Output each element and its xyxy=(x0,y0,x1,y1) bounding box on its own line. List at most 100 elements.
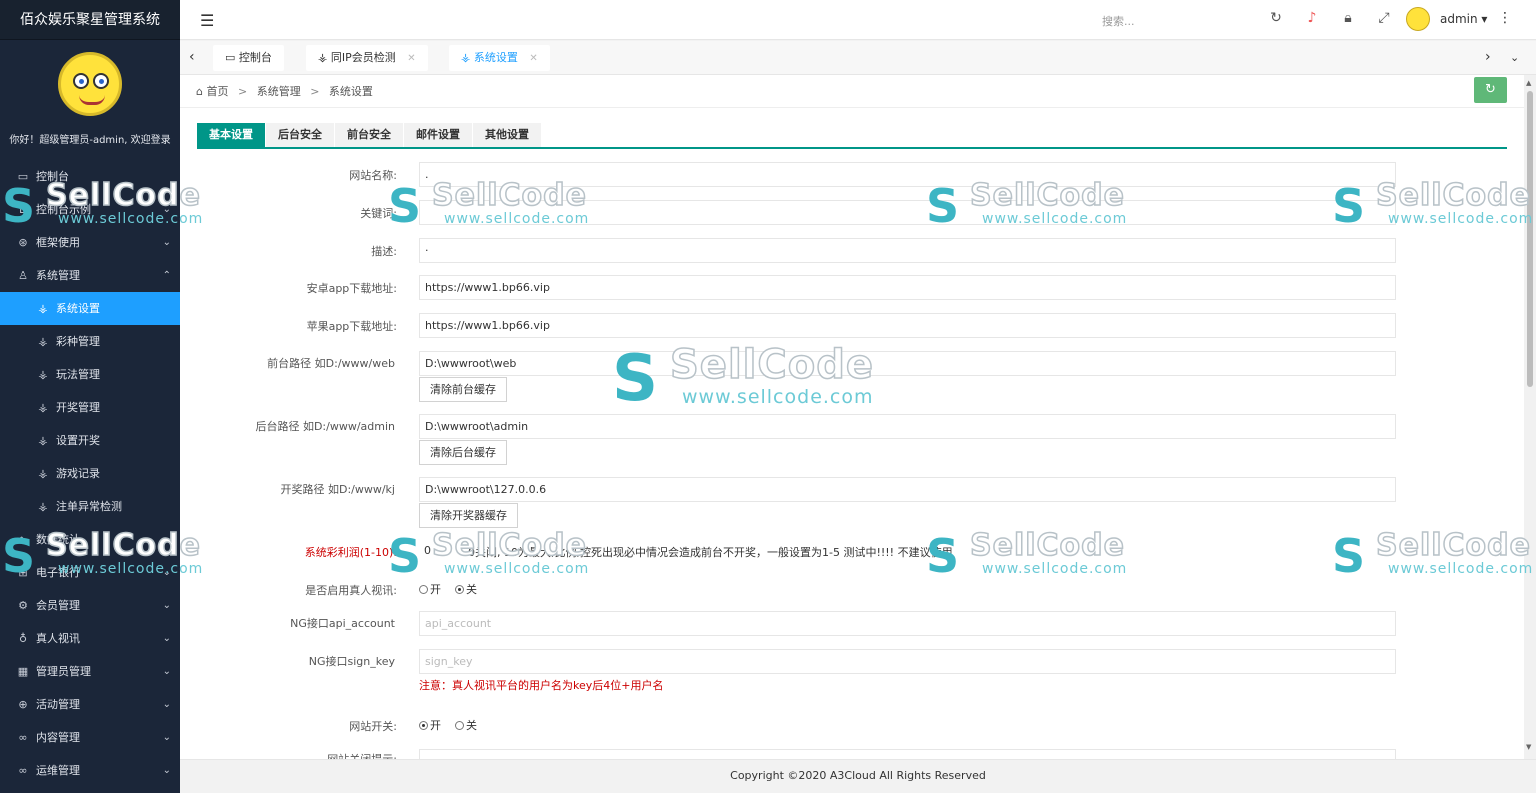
live-video-label: 是否启用真人视讯: xyxy=(305,584,397,597)
sidebar-item-label: 彩种管理 xyxy=(56,335,100,348)
profit-label: 系统彩利润(1-10): xyxy=(304,546,397,559)
lock-icon[interactable]: 🔒︎ xyxy=(1330,10,1366,26)
breadcrumb-system[interactable]: 系统管理 xyxy=(257,85,301,98)
monitor-icon: ▭ xyxy=(17,170,29,183)
antenna-icon: ⚶ xyxy=(461,51,471,64)
breadcrumb-home[interactable]: 首页 xyxy=(206,85,228,98)
close-tip-label: 网站关闭提示: xyxy=(327,751,397,759)
close-icon[interactable]: ✕ xyxy=(529,53,537,64)
site-switch-off-radio[interactable]: 关 xyxy=(455,717,477,733)
site-switch-label: 网站开关: xyxy=(349,720,397,733)
sidebar-item[interactable]: ⚶ 注单异常检测 xyxy=(0,490,180,523)
sidebar-item-label: 管理员管理 xyxy=(36,665,91,678)
tab-admin-security[interactable]: 后台安全 xyxy=(266,123,335,147)
android-url-field[interactable]: https://www1.bp66.vip xyxy=(419,275,1396,300)
scrollbar[interactable]: ▲ ▼ xyxy=(1524,75,1536,759)
sidebar-item[interactable]: ⚶ 玩法管理 xyxy=(0,358,180,391)
site-switch-on-radio[interactable]: 开 xyxy=(419,717,441,733)
main-content: ⌂ 首页 > 系统管理 > 系统设置 ↻ 基本设置 后台安全 前台安全 邮件设置… xyxy=(180,75,1524,759)
chevron-icon: ⌄ xyxy=(162,633,171,644)
user-icon: ♙ xyxy=(18,269,28,282)
sidebar-item-label: 运维管理 xyxy=(36,764,80,777)
sidebar-item-label: 电子银行 xyxy=(36,566,80,579)
sidebar-item[interactable]: ∞ 内容管理 ⌄ xyxy=(0,721,180,754)
user-menu[interactable]: admin ▾ xyxy=(1406,7,1487,31)
breadcrumb-current: 系统设置 xyxy=(328,85,373,98)
sidebar-item[interactable]: ⊕ 活动管理 ⌄ xyxy=(0,688,180,721)
tab-same-ip[interactable]: ⚶ 同IP会员检测 ✕ xyxy=(306,45,428,71)
sidebar-item[interactable]: ⊛ 框架使用 ⌄ xyxy=(0,226,180,259)
live-video-on-radio[interactable]: 开 xyxy=(419,581,441,597)
tabs-next-icon[interactable]: › xyxy=(1485,49,1491,65)
tab-basic[interactable]: 基本设置 xyxy=(197,123,266,147)
bank-icon: ⊞ xyxy=(18,566,28,579)
home-icon: ⌂ xyxy=(196,85,203,98)
radio-label: 开 xyxy=(430,583,441,596)
close-tip-field[interactable] xyxy=(419,749,1396,759)
sidebar-item[interactable]: ⚶ 系统设置 xyxy=(0,292,180,325)
sidebar-item-label: 真人视讯 xyxy=(36,632,80,645)
tab-dashboard[interactable]: ▭ 控制台 xyxy=(213,45,284,71)
refresh-button[interactable]: ↻ xyxy=(1474,77,1507,103)
sidebar-item[interactable]: ∿ 数据统计 ⌄ xyxy=(0,523,180,556)
ng-account-field[interactable]: api_account xyxy=(419,611,1396,636)
close-icon[interactable]: ✕ xyxy=(407,53,415,64)
sidebar-item-label: 系统设置 xyxy=(56,302,100,315)
lottery-path-field[interactable]: D:\wwwroot\127.0.0.6 xyxy=(419,477,1396,502)
fullscreen-icon[interactable]: ⤢ xyxy=(1366,10,1402,26)
android-url-label: 安卓app下载地址: xyxy=(306,282,397,295)
ios-url-field[interactable]: https://www1.bp66.vip xyxy=(419,313,1396,338)
tab-front-security[interactable]: 前台安全 xyxy=(335,123,404,147)
clear-lottery-cache-button[interactable]: 清除开奖器缓存 xyxy=(419,503,518,528)
sidebar-item[interactable]: ⚶ 彩种管理 xyxy=(0,325,180,358)
tab-mail[interactable]: 邮件设置 xyxy=(404,123,473,147)
sidebar-item[interactable]: ⚙ 会员管理 ⌄ xyxy=(0,589,180,622)
chevron-down-icon[interactable]: ⌄ xyxy=(1510,51,1519,64)
sidebar-item[interactable]: ♁ 真人视讯 ⌄ xyxy=(0,622,180,655)
radio-label: 关 xyxy=(466,583,477,596)
ng-key-field[interactable]: sign_key xyxy=(419,649,1396,674)
admin-path-field[interactable]: D:\wwwroot\admin xyxy=(419,414,1396,439)
menu-toggle-icon[interactable]: ☰ xyxy=(200,11,214,30)
tab-system-settings[interactable]: ⚶ 系统设置 ✕ xyxy=(449,45,550,71)
site-name-field[interactable]: . xyxy=(419,162,1396,187)
sidebar-item[interactable]: ⚶ 设置开奖 xyxy=(0,424,180,457)
sidebar-menu: ▭ 控制台 ⌂ 控制台示例 ⌄ ⊛ 框架使用 ⌄ ♙ 系统管理 ⌃ ⚶ 系统设置 ⚶ 彩种管理 ⚶ 玩法管理 ⚶ 开… xyxy=(0,160,180,787)
bell-icon[interactable]: ♪ xyxy=(1294,10,1330,26)
scroll-thumb[interactable] xyxy=(1527,91,1533,387)
antenna-icon: ⚶ xyxy=(38,401,48,414)
live-video-off-radio[interactable]: 关 xyxy=(455,581,477,597)
search-input[interactable]: 搜索... xyxy=(1102,13,1135,29)
scroll-down-icon[interactable]: ▼ xyxy=(1526,743,1531,751)
tabs-prev-icon[interactable]: ‹ xyxy=(189,49,195,65)
sidebar-item[interactable]: ⌂ 控制台示例 ⌄ xyxy=(0,193,180,226)
description-field[interactable]: · xyxy=(419,238,1396,263)
tab-other[interactable]: 其他设置 xyxy=(473,123,542,147)
front-path-field[interactable]: D:\wwwroot\web xyxy=(419,351,1396,376)
antenna-icon: ⚶ xyxy=(38,368,48,381)
sidebar-item[interactable]: ♙ 系统管理 ⌃ xyxy=(0,259,180,292)
radio-dot xyxy=(455,721,464,730)
clear-front-cache-button[interactable]: 清除前台缓存 xyxy=(419,377,507,402)
avatar[interactable] xyxy=(58,52,122,116)
scroll-up-icon[interactable]: ▲ xyxy=(1526,79,1531,87)
antenna-icon: ⚶ xyxy=(38,302,48,315)
sidebar-item[interactable]: ⊞ 电子银行 ⌄ xyxy=(0,556,180,589)
sidebar-item[interactable]: ▦ 管理员管理 ⌄ xyxy=(0,655,180,688)
sidebar-item-label: 系统管理 xyxy=(36,269,80,282)
sidebar-item[interactable]: ⚶ 开奖管理 xyxy=(0,391,180,424)
lottery-path-label: 开奖路径 如D:/www/kj xyxy=(280,483,395,496)
profit-field[interactable]: 0 xyxy=(424,544,431,557)
refresh-icon[interactable]: ↻ xyxy=(1258,10,1294,26)
sidebar-item[interactable]: ⚶ 游戏记录 xyxy=(0,457,180,490)
chevron-icon: ⌄ xyxy=(162,765,171,776)
description-label: 描述: xyxy=(371,245,397,258)
more-icon[interactable]: ⋮ xyxy=(1498,10,1512,26)
clear-admin-cache-button[interactable]: 清除后台缓存 xyxy=(419,440,507,465)
ng-key-note: 注意：真人视讯平台的用户名为key后4位+用户名 xyxy=(419,679,664,692)
sidebar-item[interactable]: ∞ 运维管理 ⌄ xyxy=(0,754,180,787)
site-name-label: 网站名称: xyxy=(349,169,397,182)
keywords-field[interactable] xyxy=(419,200,1396,225)
sidebar-item[interactable]: ▭ 控制台 xyxy=(0,160,180,193)
sidebar-item-label: 活动管理 xyxy=(36,698,80,711)
